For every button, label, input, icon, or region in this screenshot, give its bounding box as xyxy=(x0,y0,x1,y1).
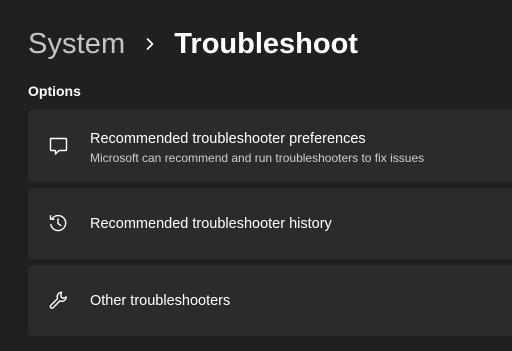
option-description: Microsoft can recommend and run troubles… xyxy=(90,151,425,165)
option-title: Other troubleshooters xyxy=(90,293,231,309)
wrench-icon xyxy=(47,289,69,311)
page-title: Troubleshoot xyxy=(174,27,358,60)
breadcrumb-system-link[interactable]: System xyxy=(28,28,125,61)
chat-bubble-icon xyxy=(47,135,69,157)
option-title: Recommended troubleshooter history xyxy=(90,216,332,232)
option-title: Recommended troubleshooter preferences xyxy=(90,131,366,147)
option-recommended-history[interactable]: Recommended troubleshooter history xyxy=(28,188,512,259)
option-other-troubleshooters[interactable]: Other troubleshooters xyxy=(28,265,512,336)
option-recommended-preferences[interactable]: Recommended troubleshooter preferences M… xyxy=(28,110,512,182)
breadcrumb: System Troubleshoot xyxy=(28,22,358,66)
history-icon xyxy=(47,212,69,234)
section-label-options: Options xyxy=(28,83,81,99)
chevron-right-icon xyxy=(143,37,157,51)
